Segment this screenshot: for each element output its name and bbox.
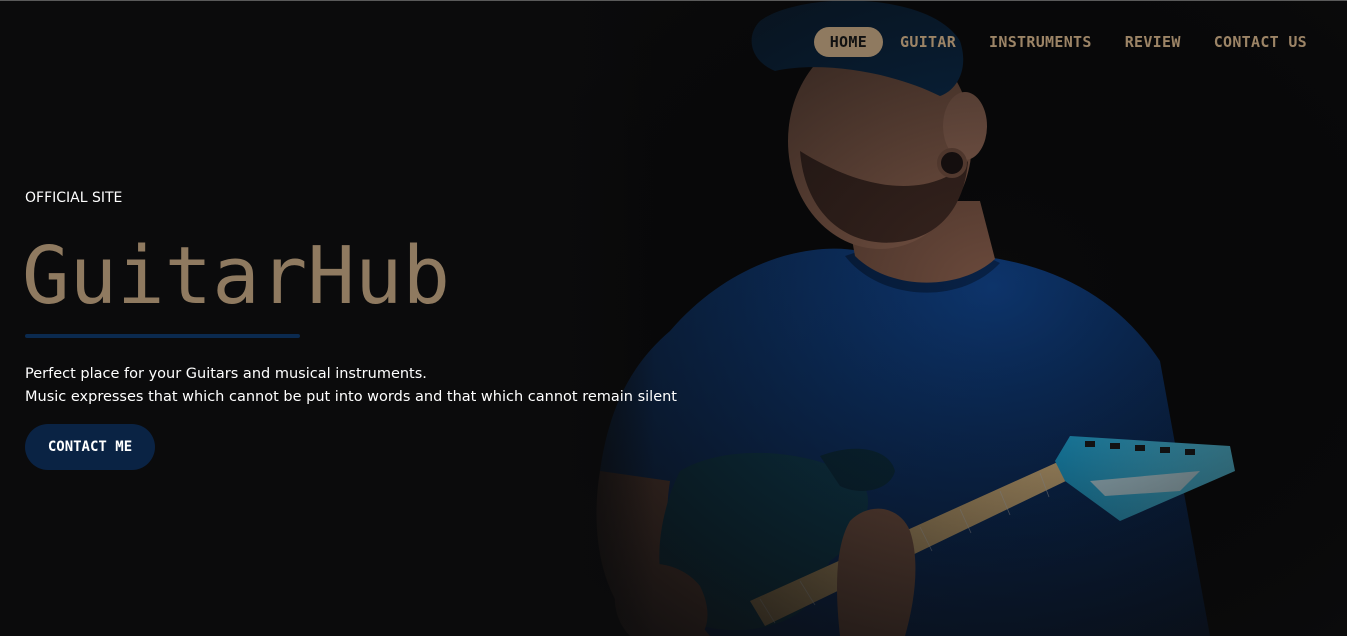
tagline-line-1: Perfect place for your Guitars and music… xyxy=(25,366,427,382)
hero-section: HOME GUITAR INSTRUMENTS REVIEW CONTACT U… xyxy=(0,1,1347,636)
contact-me-button[interactable]: CONTACT ME xyxy=(25,424,155,470)
main-nav: HOME GUITAR INSTRUMENTS REVIEW CONTACT U… xyxy=(813,27,1323,57)
nav-home[interactable]: HOME xyxy=(813,27,884,57)
title-underline xyxy=(25,334,300,338)
site-title: GuitarHub xyxy=(22,230,451,322)
nav-review[interactable]: REVIEW xyxy=(1109,27,1197,57)
tagline-line-2: Music expresses that which cannot be put… xyxy=(25,389,677,405)
guitarist-photo xyxy=(560,1,1347,636)
eyebrow-text: OFFICIAL SITE xyxy=(25,190,123,206)
nav-contact-us[interactable]: CONTACT US xyxy=(1198,27,1323,57)
nav-instruments[interactable]: INSTRUMENTS xyxy=(973,27,1108,57)
tagline: Perfect place for your Guitars and music… xyxy=(25,363,677,409)
nav-guitar[interactable]: GUITAR xyxy=(884,27,972,57)
